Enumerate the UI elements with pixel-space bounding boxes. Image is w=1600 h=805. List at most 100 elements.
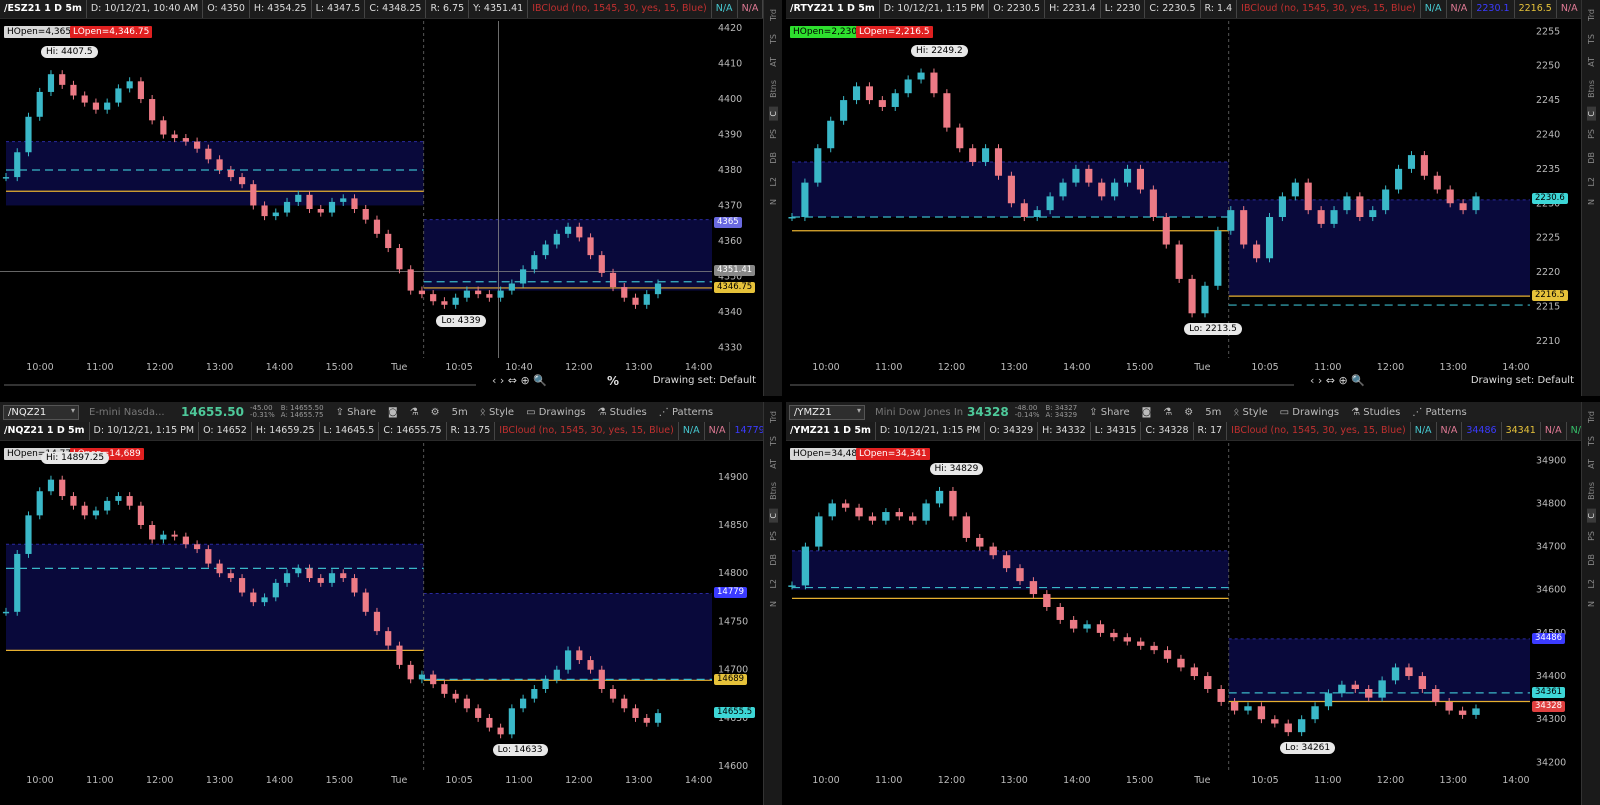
price-chart[interactable]: 1490014850148001475014700146501460010:00… xyxy=(0,402,764,805)
y-tick-label: 2235 xyxy=(1536,164,1560,175)
drawing-set-label[interactable]: Drawing set: Default xyxy=(1471,375,1574,386)
x-tick-label: 15:00 xyxy=(326,775,353,786)
candle xyxy=(452,689,459,703)
candle xyxy=(935,486,944,508)
candle xyxy=(531,685,538,703)
side-tab-ps[interactable]: PS xyxy=(769,527,778,545)
price-chart[interactable]: 3490034800347003460034500344003430034200… xyxy=(786,402,1582,805)
side-tab-at[interactable]: AT xyxy=(769,53,778,71)
x-tick-label: 11:00 xyxy=(875,362,902,373)
x-tick-label: 12:00 xyxy=(565,775,592,786)
x-tick-label: 15:00 xyxy=(1126,362,1153,373)
candle xyxy=(1110,628,1118,642)
chart-pane-rty[interactable]: /RTYZ21 1 D 5m D: 10/12/21, 1:15 PM O: 223… xyxy=(786,0,1600,396)
x-tick-label: 11:00 xyxy=(86,362,113,373)
side-tab-at[interactable]: AT xyxy=(1587,455,1596,473)
chart-pane-ym[interactable]: /YMZ21▾Mini Dow Jones Ind...34328-48.00-… xyxy=(786,402,1600,805)
chart-pane-es[interactable]: /ESZ21 1 D 5m D: 10/12/21, 10:40 AM O: 435… xyxy=(0,0,782,396)
side-tab-n[interactable]: N xyxy=(769,195,778,209)
side-tab-l2[interactable]: L2 xyxy=(769,173,778,191)
candle xyxy=(1096,620,1105,637)
side-tab-n[interactable]: N xyxy=(1587,195,1596,209)
side-tab-trd[interactable]: Trd xyxy=(1587,407,1596,427)
chart-nav-controls[interactable]: ‹ › ⇔ ⊕ 🔍 xyxy=(1310,374,1365,387)
price-marker: 34486 xyxy=(1532,632,1566,644)
horizontal-scrollbar[interactable] xyxy=(4,384,476,386)
price-chart[interactable]: 2255225022452240223522302225222022152210… xyxy=(786,0,1582,396)
side-tab-db[interactable]: DB xyxy=(1587,550,1596,570)
x-tick-label: 13:00 xyxy=(206,775,233,786)
side-tab-ts[interactable]: TS xyxy=(769,30,778,48)
candle xyxy=(1356,192,1364,222)
side-tab-n[interactable]: N xyxy=(1587,597,1596,611)
x-tick-label: 10:00 xyxy=(26,775,53,786)
x-tick-label: 10:05 xyxy=(445,362,472,373)
side-tab-ts[interactable]: TS xyxy=(1587,30,1596,48)
side-tab-l2[interactable]: L2 xyxy=(1587,575,1596,593)
candle xyxy=(250,180,257,210)
x-tick-label: 10:00 xyxy=(812,362,839,373)
hopen-label: HOpen=4,365 xyxy=(4,26,75,38)
side-tab-ts[interactable]: TS xyxy=(769,432,778,450)
chart-pane-nq[interactable]: /NQZ21 ▾ E-mini Nasda... 14655.50 -45.00 -0.3… xyxy=(0,402,782,805)
side-tab-ts[interactable]: TS xyxy=(1587,432,1596,450)
low-callout: Lo: 2213.5 xyxy=(1184,323,1242,336)
side-tab-c[interactable]: C xyxy=(1586,106,1596,121)
side-tab-db[interactable]: DB xyxy=(769,550,778,570)
side-tab-at[interactable]: AT xyxy=(1587,53,1596,71)
side-tab-btns[interactable]: Btns xyxy=(1587,478,1596,504)
percent-toggle[interactable]: % xyxy=(607,374,619,388)
candle xyxy=(407,265,414,295)
candle xyxy=(1150,641,1158,655)
side-tab-btns[interactable]: Btns xyxy=(769,478,778,504)
side-tab-db[interactable]: DB xyxy=(1587,148,1596,168)
candle xyxy=(1271,715,1279,728)
candle xyxy=(92,98,100,114)
side-tab-trd[interactable]: Trd xyxy=(1587,5,1596,25)
chart-nav-controls[interactable]: ‹ › ⇔ ⊕ 🔍 xyxy=(492,374,547,387)
y-tick-label: 4390 xyxy=(718,130,742,141)
x-tick-label: 10:05 xyxy=(445,775,472,786)
high-callout: Hi: 34829 xyxy=(929,462,984,475)
candle xyxy=(815,512,823,551)
side-tab-ps[interactable]: PS xyxy=(1587,527,1596,545)
y-tick-label: 2255 xyxy=(1536,26,1560,37)
side-tab-c[interactable]: C xyxy=(768,106,778,121)
horizontal-scrollbar[interactable] xyxy=(790,384,1294,386)
x-tick-label: 11:00 xyxy=(505,775,532,786)
drawing-set-label[interactable]: Drawing set: Default xyxy=(653,375,756,386)
x-tick-label: 10:00 xyxy=(26,362,53,373)
y-tick-label: 4330 xyxy=(718,342,742,353)
side-tab-c[interactable]: C xyxy=(1586,508,1596,523)
side-tab-btns[interactable]: Btns xyxy=(769,76,778,102)
candle xyxy=(47,475,55,496)
side-tab-l2[interactable]: L2 xyxy=(769,575,778,593)
candle xyxy=(1227,206,1235,235)
candle xyxy=(643,290,650,309)
x-tick-label: 11:00 xyxy=(1314,775,1341,786)
side-tab-db[interactable]: DB xyxy=(769,148,778,168)
side-tab-ps[interactable]: PS xyxy=(769,125,778,143)
side-tab-at[interactable]: AT xyxy=(769,455,778,473)
y-tick-label: 34700 xyxy=(1536,542,1566,553)
side-tab-c[interactable]: C xyxy=(768,508,778,523)
candle xyxy=(909,512,917,525)
side-tab-l2[interactable]: L2 xyxy=(1587,173,1596,191)
side-tab-trd[interactable]: Trd xyxy=(769,407,778,427)
side-tab-btns[interactable]: Btns xyxy=(1587,76,1596,102)
side-tab-ps[interactable]: PS xyxy=(1587,125,1596,143)
ib-cloud-prior xyxy=(6,544,424,651)
x-tick-label: 11:00 xyxy=(875,775,902,786)
candle xyxy=(962,512,971,542)
y-tick-label: 4420 xyxy=(718,23,742,34)
side-tab-n[interactable]: N xyxy=(769,597,778,611)
x-tick-label: 13:00 xyxy=(1440,362,1467,373)
price-chart[interactable]: 4420441044004390438043704360435043404330… xyxy=(0,0,764,396)
y-tick-label: 34900 xyxy=(1536,455,1566,466)
side-tab-trd[interactable]: Trd xyxy=(769,5,778,25)
candle xyxy=(621,694,628,713)
low-callout: Lo: 4339 xyxy=(436,314,486,327)
candle xyxy=(994,144,1003,180)
x-tick-label: 12:00 xyxy=(1377,362,1404,373)
candle xyxy=(317,204,324,217)
